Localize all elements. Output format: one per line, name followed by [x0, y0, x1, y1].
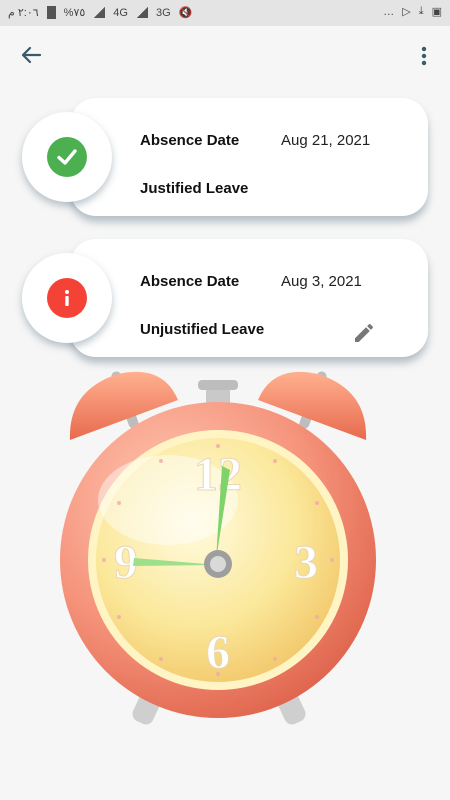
absence-date-label: Absence Date — [140, 132, 240, 149]
absence-date-value: Aug 21, 2021 — [281, 132, 371, 149]
play-icon: ▷ — [402, 6, 411, 18]
signal-icon-2 — [135, 7, 148, 18]
status-bar: ٢:٠٦ م %٧٥ 4G 3G 🔇 … ▷ ⤓ ▣ — [0, 0, 450, 26]
image-icon: ▣ — [431, 6, 442, 18]
network-4g: 4G — [113, 6, 128, 19]
absence-date-label: Absence Date — [140, 273, 240, 290]
battery-icon — [46, 6, 56, 19]
leave-type: Justified Leave — [140, 180, 249, 197]
absence-date-value: Aug 3, 2021 — [281, 273, 362, 290]
clock-numeral-12: 12 — [194, 448, 242, 501]
mute-icon: 🔇 — [178, 7, 193, 19]
signal-icon — [93, 7, 106, 18]
edit-button[interactable] — [352, 321, 376, 345]
leave-type: Unjustified Leave — [140, 321, 265, 338]
app-bar — [0, 26, 450, 86]
alarm-clock-illustration: 12 3 6 9 — [58, 360, 378, 735]
download-icon: ⤓ — [418, 5, 424, 17]
more-options-button[interactable] — [412, 44, 436, 68]
absence-card[interactable]: Absence Date Aug 21, 2021 Justified Leav… — [70, 98, 428, 216]
battery-percent: %٧٥ — [63, 7, 86, 19]
arrow-left-icon — [21, 46, 42, 64]
back-button[interactable] — [16, 40, 46, 70]
network-3g: 3G — [155, 6, 171, 19]
status-badge — [22, 253, 112, 343]
clock-numeral-6: 6 — [206, 626, 230, 679]
absence-card[interactable]: Absence Date Aug 3, 2021 Unjustified Lea… — [70, 239, 428, 357]
status-time: ٢:٠٦ م — [8, 7, 39, 19]
info-circle-icon — [47, 278, 87, 318]
more-notifications-icon: … — [383, 5, 395, 18]
more-vertical-icon — [421, 46, 427, 66]
clock-numeral-3: 3 — [294, 536, 318, 589]
status-badge — [22, 112, 112, 202]
check-circle-icon — [47, 137, 87, 177]
pencil-icon — [355, 323, 374, 342]
